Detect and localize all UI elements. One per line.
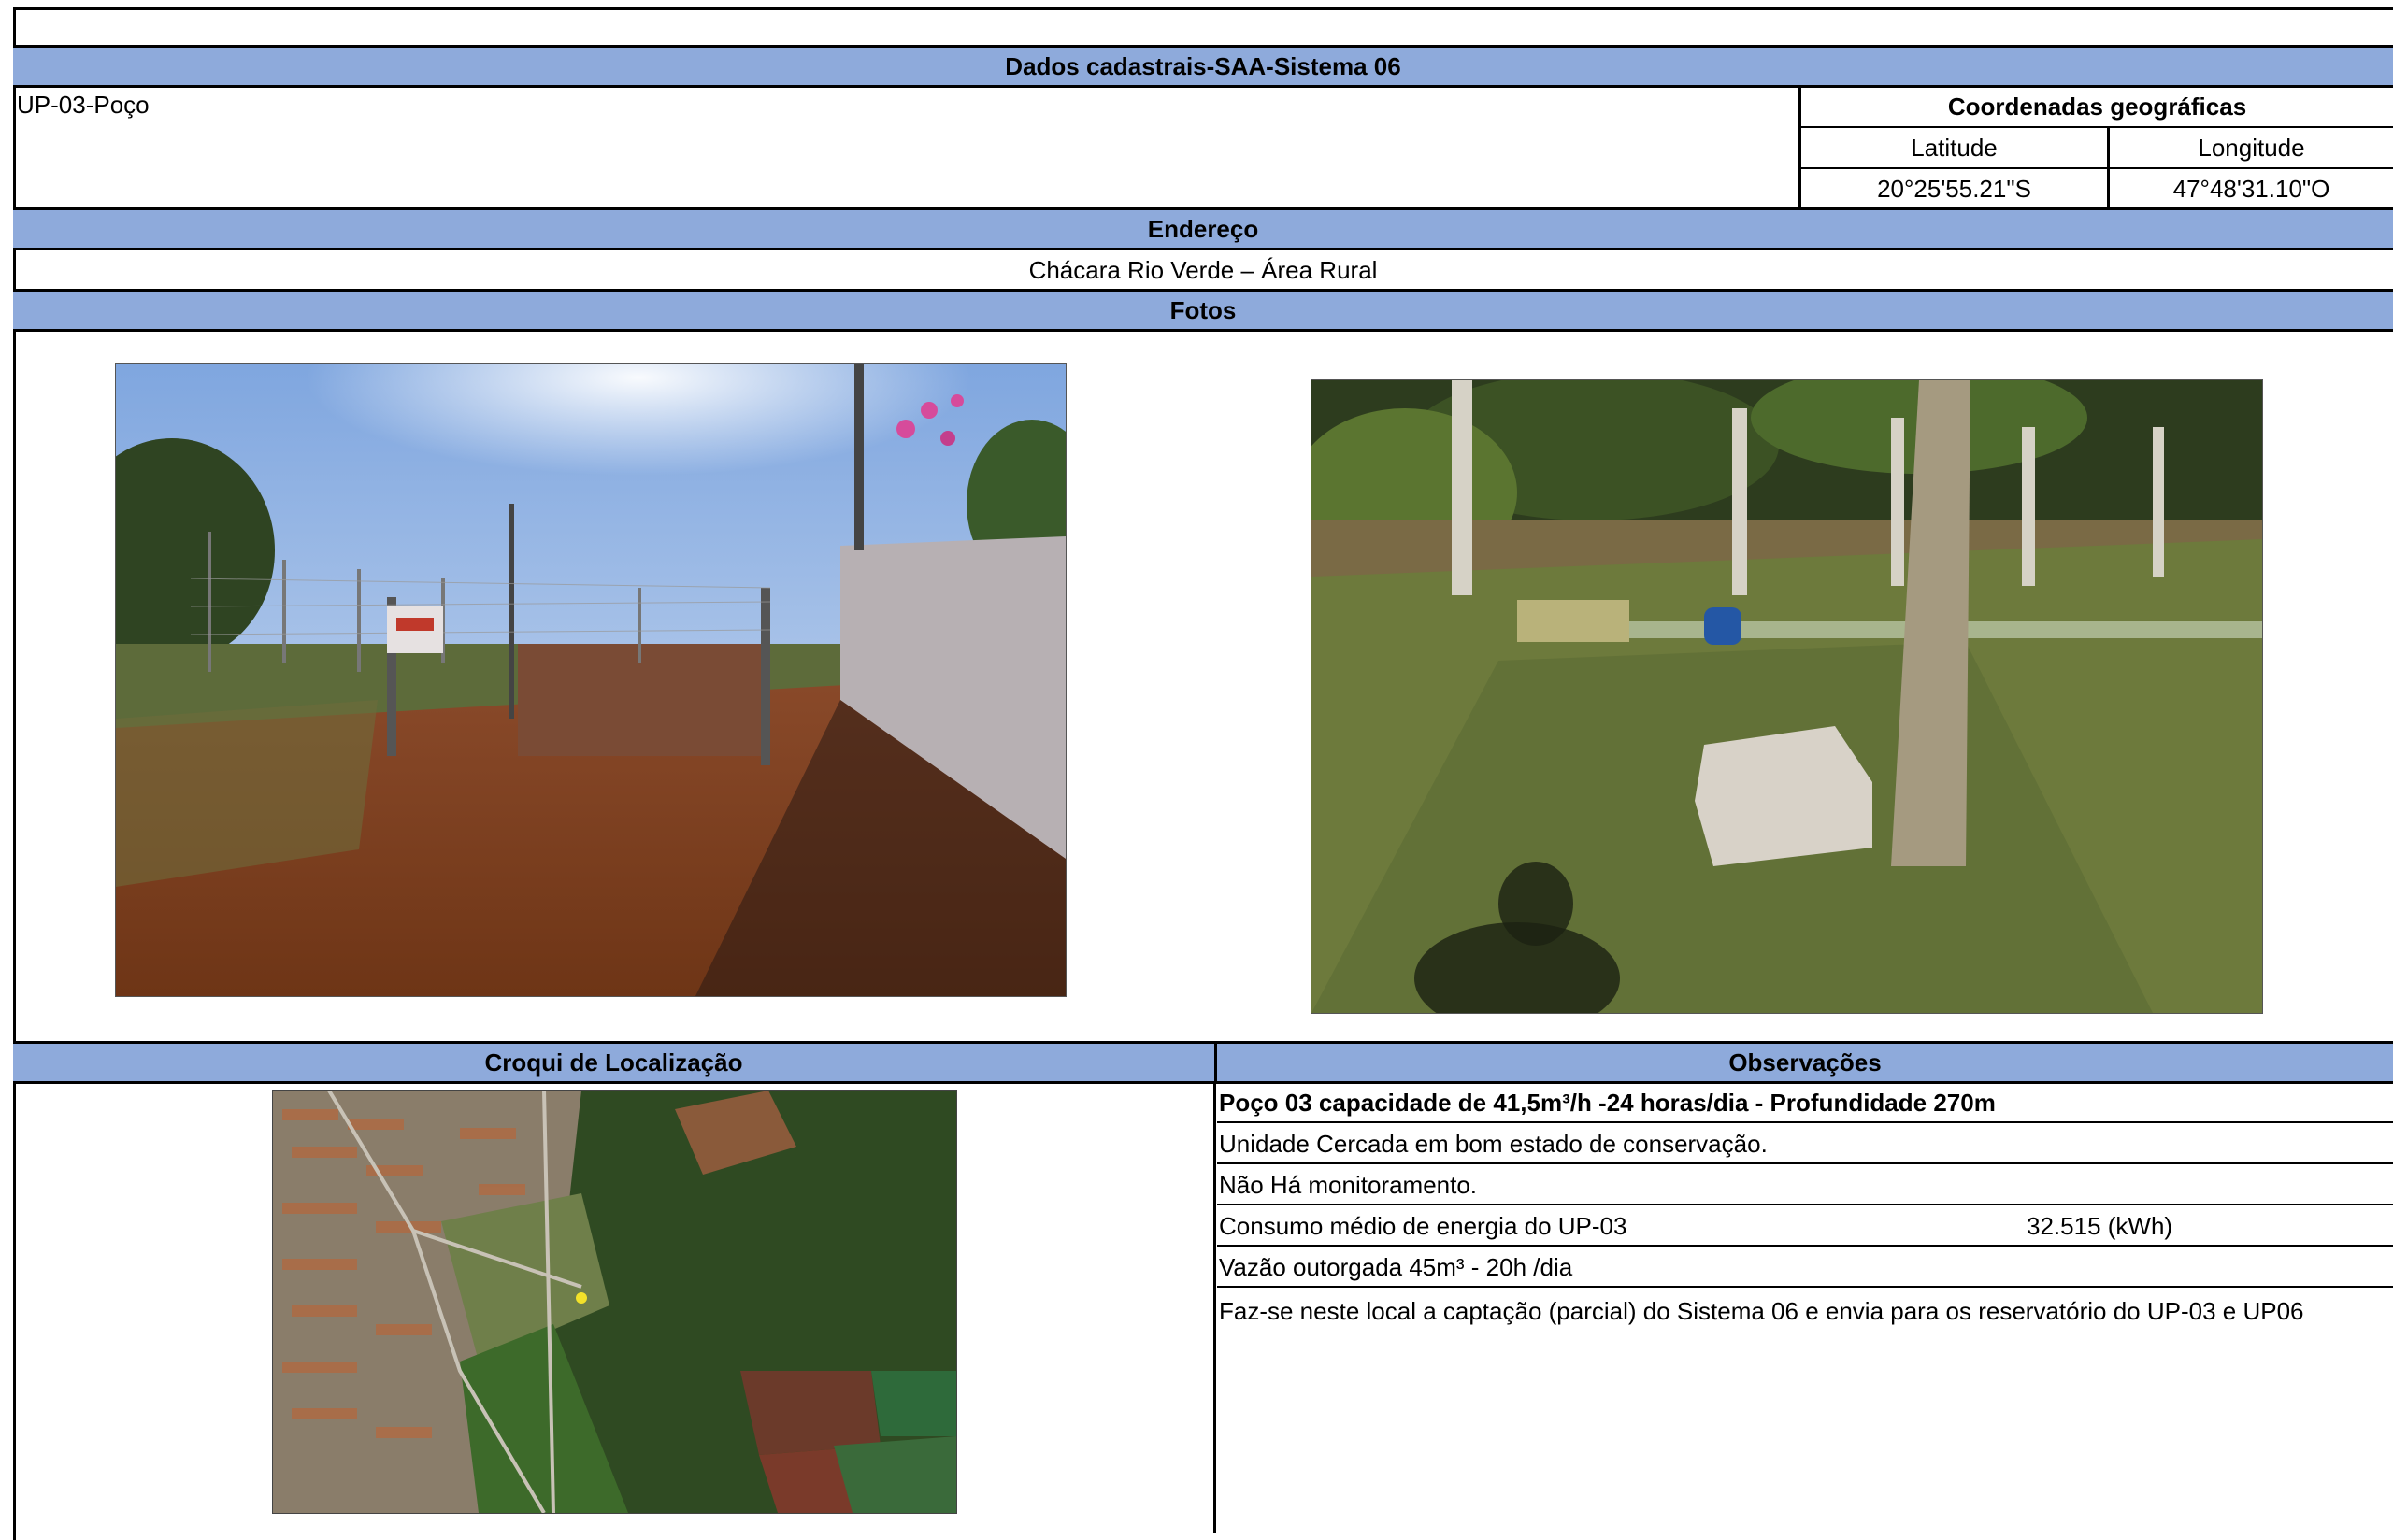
observation-text: Não Há monitoramento. [1219,1170,1478,1199]
longitude-value: 47°48'31.10"O [2110,169,2393,208]
location-map-image [273,1091,956,1513]
address-header-text: Endereço [1147,214,1259,243]
address-value-text: Chácara Rio Verde – Área Rural [1028,255,1378,284]
energy-value: 32.515 [2027,1211,2101,1240]
observation-row-energy: Consumo médio de energia do UP-03 32.515… [1217,1207,2393,1247]
observation-text: Vazão outorgada 45m³ - 20h /dia [1219,1252,1573,1281]
observation-row-capacity: Poço 03 capacidade de 41,5m³/h -24 horas… [1217,1084,2393,1123]
address-header: Endereço [13,207,2393,250]
observation-text: Unidade Cercada em bom estado de conserv… [1219,1129,1768,1158]
coordinates-title-text: Coordenadas geográficas [1947,92,2247,121]
observation-row-monitoring: Não Há monitoramento. [1217,1166,2393,1205]
address-value: Chácara Rio Verde – Área Rural [13,250,2393,290]
sheet-title-text: Dados cadastrais-SAA-Sistema 06 [1005,51,1401,80]
energy-consumption-value: 32.515 (kWh) [2027,1212,2172,1241]
latitude-label: Latitude [1801,128,2107,167]
observation-row-capture: Faz-se neste local a captação (parcial) … [1217,1290,2393,1346]
longitude-label-text: Longitude [2198,133,2305,162]
latitude-label-text: Latitude [1911,133,1998,162]
photo-well-image [1311,380,2262,1013]
observations-header: Observações [1214,1041,2393,1084]
sheet-title: Dados cadastrais-SAA-Sistema 06 [13,45,2393,88]
photo-gate [115,363,1067,997]
photo-well [1311,379,2263,1014]
latitude-value-text: 20°25'55.21"S [1877,174,2031,203]
location-header-text: Croqui de Localização [484,1048,743,1077]
observations-header-text: Observações [1728,1048,1882,1077]
observation-row-fence: Unidade Cercada em bom estado de conserv… [1217,1125,2393,1164]
observation-row-flow: Vazão outorgada 45m³ - 20h /dia [1217,1248,2393,1288]
lower-divider [1213,1084,1216,1533]
observation-text: Consumo médio de energia do UP-03 [1219,1211,1627,1240]
energy-unit: (kWh) [2107,1211,2173,1240]
longitude-label: Longitude [2110,128,2393,167]
location-map [272,1090,957,1514]
unit-name-text: UP-03-Poço [17,90,150,119]
observation-text: Poço 03 capacidade de 41,5m³/h -24 horas… [1219,1088,1996,1117]
observation-text: Faz-se neste local a captação (parcial) … [1219,1297,2304,1325]
unit-name: UP-03-Poço [17,88,150,121]
longitude-value-text: 47°48'31.10"O [2172,174,2330,203]
coordinates-title: Coordenadas geográficas [1801,86,2393,127]
photos-header-text: Fotos [1169,295,1237,324]
location-header: Croqui de Localização [13,1041,1214,1084]
latitude-value: 20°25'55.21"S [1801,169,2107,208]
photos-header: Fotos [13,289,2393,332]
photo-gate-image [116,364,1066,996]
